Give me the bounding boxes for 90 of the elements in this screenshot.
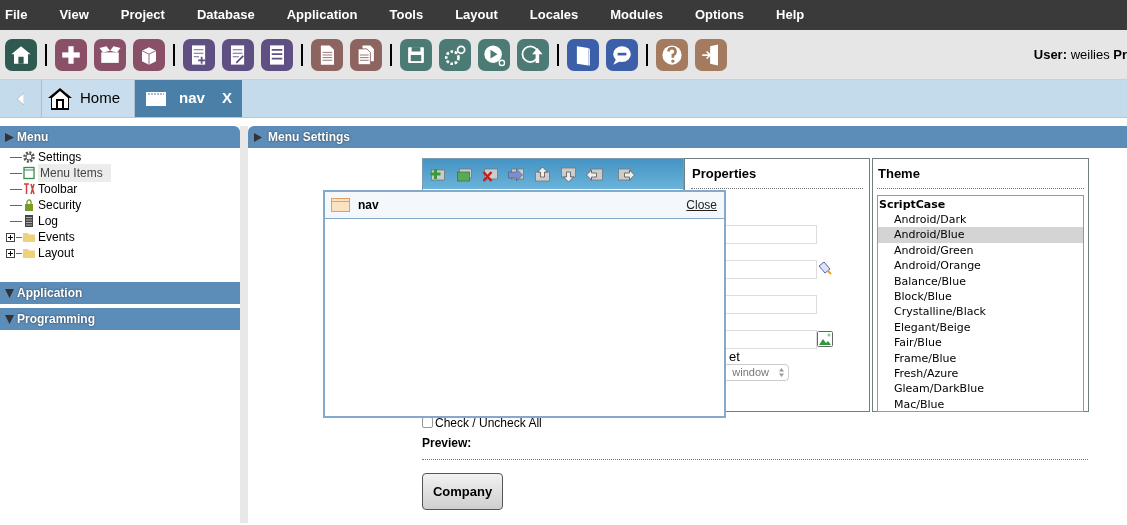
arrow-right-icon[interactable] [617, 165, 636, 183]
window-icon [145, 90, 167, 107]
menu-item[interactable]: Database [196, 5, 255, 25]
plus-box-icon[interactable] [6, 232, 15, 242]
user-label: User: weilies Pr [1033, 46, 1127, 64]
triangle-right-icon [5, 132, 14, 142]
menu-item[interactable]: Modules [610, 5, 663, 25]
arrow-left-icon [17, 92, 24, 105]
menu-item[interactable]: Locales [529, 5, 579, 25]
tab[interactable]: Home [42, 80, 135, 117]
dialog-title: nav [358, 197, 379, 214]
menu-item[interactable]: Application [286, 5, 358, 25]
lock-icon [22, 198, 36, 212]
tree-item[interactable]: Settings [36, 148, 84, 166]
gear-icon [22, 150, 36, 164]
list-option[interactable]: Android/Orange [878, 258, 1083, 274]
tree-item[interactable]: Events [36, 228, 77, 246]
window-icon [22, 166, 36, 180]
triangle-down-icon [5, 314, 14, 324]
panel-header[interactable]: Programming [0, 308, 240, 330]
tools-icon [22, 182, 36, 196]
list-option[interactable]: Android/Dark [878, 211, 1083, 228]
tab[interactable]: nav X [135, 80, 242, 117]
list-option[interactable]: Fresh/Azure [878, 365, 1083, 382]
window-icon [331, 198, 350, 212]
theme-list[interactable]: ScriptCase Android/Dark Android/Blue Android/Green Android/Orange Balance/Blue Block/Blue Crystalline/Black Elegant/Beige Fair/Blue Frame/Blue Fresh/Azure Gleam/DarkBlue Mac/Blue [877, 194, 1084, 412]
menu-item[interactable]: File [5, 5, 28, 25]
list-option[interactable]: Android/Blue [878, 227, 1083, 243]
updown-icon [779, 367, 784, 377]
toolbar-button[interactable] [133, 38, 165, 71]
preview-button[interactable]: Company [422, 473, 503, 510]
menu-item[interactable]: Layout [455, 5, 498, 25]
menu-item[interactable]: Project [120, 5, 165, 25]
close-button[interactable]: X [222, 87, 232, 110]
tree-item[interactable]: Security [36, 196, 84, 214]
paint-bucket-icon[interactable] [817, 261, 833, 277]
list-icon [22, 214, 36, 228]
triangle-right-icon [254, 132, 262, 142]
home-icon [48, 86, 72, 111]
copy-icon[interactable] [455, 165, 474, 183]
folder-icon [22, 230, 36, 244]
toolbar-button[interactable] [311, 38, 343, 71]
toolbar-button[interactable] [5, 38, 37, 71]
toolbar-button[interactable] [94, 38, 126, 71]
panel-header[interactable]: Application [0, 282, 240, 304]
list-group-label: ScriptCase [878, 196, 947, 212]
close-link[interactable]: Close [686, 196, 717, 214]
menu-item[interactable]: Tools [389, 5, 424, 25]
list-option[interactable]: Elegant/Beige [878, 319, 1083, 336]
menu-item[interactable]: View [59, 5, 89, 25]
toolbar-button[interactable] [478, 38, 510, 71]
image-icon[interactable] [817, 331, 833, 347]
toolbar-button[interactable] [222, 38, 254, 71]
checkbox-label: Check / Uncheck All [435, 414, 542, 432]
tree-item[interactable]: Menu Items [38, 164, 111, 182]
toolbar-button[interactable] [183, 38, 215, 71]
indent-icon[interactable] [507, 165, 526, 183]
list-option[interactable]: Fair/Blue [878, 335, 1083, 351]
arrow-up-icon[interactable] [533, 165, 552, 183]
panel-header[interactable]: Menu [0, 126, 240, 148]
delete-icon[interactable] [481, 165, 500, 183]
tree-item[interactable]: Layout [36, 244, 77, 262]
list-option[interactable]: Android/Green [878, 242, 1083, 259]
menu-item[interactable]: Help [776, 5, 805, 25]
preview-label: Preview: [422, 434, 1088, 460]
list-option[interactable]: Frame/Blue [878, 350, 1083, 366]
arrow-left-icon[interactable] [585, 165, 604, 183]
arrow-down-icon[interactable] [559, 165, 578, 183]
list-option[interactable]: Balance/Blue [878, 273, 1083, 289]
section-title: Properties [691, 164, 863, 189]
section-title: Theme [877, 164, 1084, 189]
toolbar-button[interactable] [55, 38, 87, 71]
plus-box-icon[interactable] [6, 248, 15, 258]
triangle-down-icon [5, 288, 14, 298]
folder-icon [22, 246, 36, 260]
toolbar-button[interactable] [656, 38, 688, 71]
toolbar-button[interactable] [400, 38, 432, 71]
list-option[interactable]: Crystalline/Black [878, 304, 1083, 320]
toolbar-button[interactable] [695, 38, 727, 71]
list-option[interactable]: Block/Blue [878, 288, 1083, 305]
menu-item[interactable]: Options [694, 5, 745, 25]
toolbar-button[interactable] [606, 38, 638, 71]
tree-item[interactable]: Log [36, 212, 61, 230]
tree-item[interactable]: Toolbar [36, 180, 80, 198]
toolbar-button[interactable] [567, 38, 599, 71]
panel-title: Menu Settings [268, 129, 350, 146]
list-option[interactable]: Gleam/DarkBlue [878, 381, 1083, 397]
toolbar-button[interactable] [350, 38, 382, 71]
field-label: et [729, 348, 741, 364]
list-option[interactable]: Mac/Blue [878, 396, 1083, 413]
